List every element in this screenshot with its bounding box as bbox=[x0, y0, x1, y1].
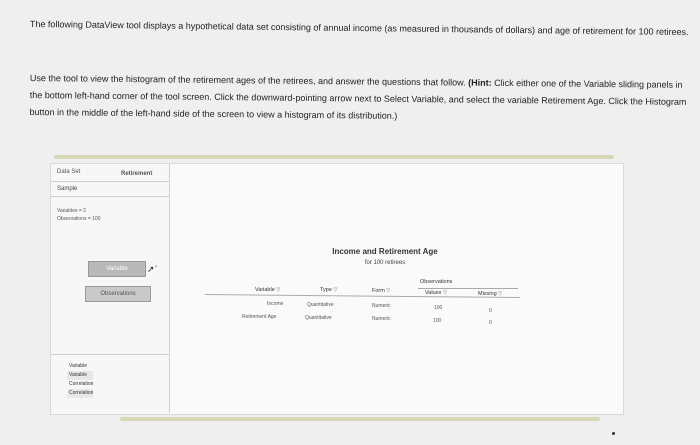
bottom-divider bbox=[120, 417, 600, 421]
cell-type: Quantitative bbox=[305, 315, 332, 321]
variables-count: Variables = 2 bbox=[57, 208, 86, 214]
cell-variable: Income bbox=[267, 301, 284, 307]
cell-type: Quantitative bbox=[307, 302, 334, 308]
divider bbox=[51, 181, 169, 182]
variable-panel-2[interactable]: Variable bbox=[67, 371, 94, 380]
cell-form: Numeric bbox=[372, 303, 391, 309]
sample-label: Sample bbox=[57, 186, 78, 192]
divider bbox=[51, 196, 169, 197]
sidebar-panel: Data Set Retirement Sample Variables = 2… bbox=[51, 164, 170, 413]
variable-panel-list: Variable Variable Correlation Correlatio… bbox=[67, 362, 94, 398]
correlation-panel-2[interactable]: Correlation bbox=[67, 389, 94, 398]
mouse-cursor-icon: ➚ bbox=[147, 264, 155, 274]
cell-missing: 0 bbox=[489, 308, 492, 314]
top-divider bbox=[54, 155, 614, 159]
chevron-right-icon[interactable]: › bbox=[155, 264, 157, 270]
observations-button[interactable]: Observations bbox=[85, 286, 151, 302]
table-title: Income and Retirement Age bbox=[332, 247, 438, 256]
triangle-down-icon: ▽ bbox=[276, 287, 281, 293]
tab-data-set[interactable]: Data Set bbox=[57, 169, 80, 175]
col-type[interactable]: Type ▽ bbox=[320, 287, 337, 293]
correlation-panel-1[interactable]: Correlation bbox=[67, 380, 93, 389]
divider bbox=[51, 354, 169, 355]
triangle-down-icon: ▽ bbox=[386, 288, 391, 294]
col-variable[interactable]: Variable ▽ bbox=[255, 287, 280, 293]
cell-values: 100 bbox=[434, 305, 443, 311]
observations-count: Observations = 100 bbox=[57, 216, 101, 222]
group-rule bbox=[418, 288, 518, 289]
observations-group-header: Observations bbox=[420, 279, 453, 285]
triangle-down-icon: ▽ bbox=[442, 290, 447, 296]
variable-button[interactable]: Variable bbox=[88, 261, 146, 277]
cell-variable: Retirement Age bbox=[242, 314, 277, 320]
table-subtitle: for 100 retirees bbox=[364, 260, 406, 266]
dataset-summary: Variables = 2 Observations = 100 bbox=[57, 207, 101, 223]
instructions-paragraph-1: The following DataView tool displays a h… bbox=[29, 18, 689, 38]
dot-marker bbox=[612, 432, 615, 435]
tab-retirement[interactable]: Retirement bbox=[121, 171, 152, 177]
col-values[interactable]: Values ▽ bbox=[425, 290, 447, 296]
cell-values: 100 bbox=[433, 318, 442, 324]
cell-missing: 0 bbox=[489, 320, 492, 326]
col-form[interactable]: Form ▽ bbox=[372, 288, 390, 294]
instructions-paragraph-2: Use the tool to view the histogram of th… bbox=[29, 72, 687, 121]
triangle-down-icon: ▽ bbox=[333, 287, 338, 293]
cell-form: Numeric bbox=[372, 316, 391, 322]
variable-panel-1[interactable]: Variable bbox=[67, 362, 93, 371]
